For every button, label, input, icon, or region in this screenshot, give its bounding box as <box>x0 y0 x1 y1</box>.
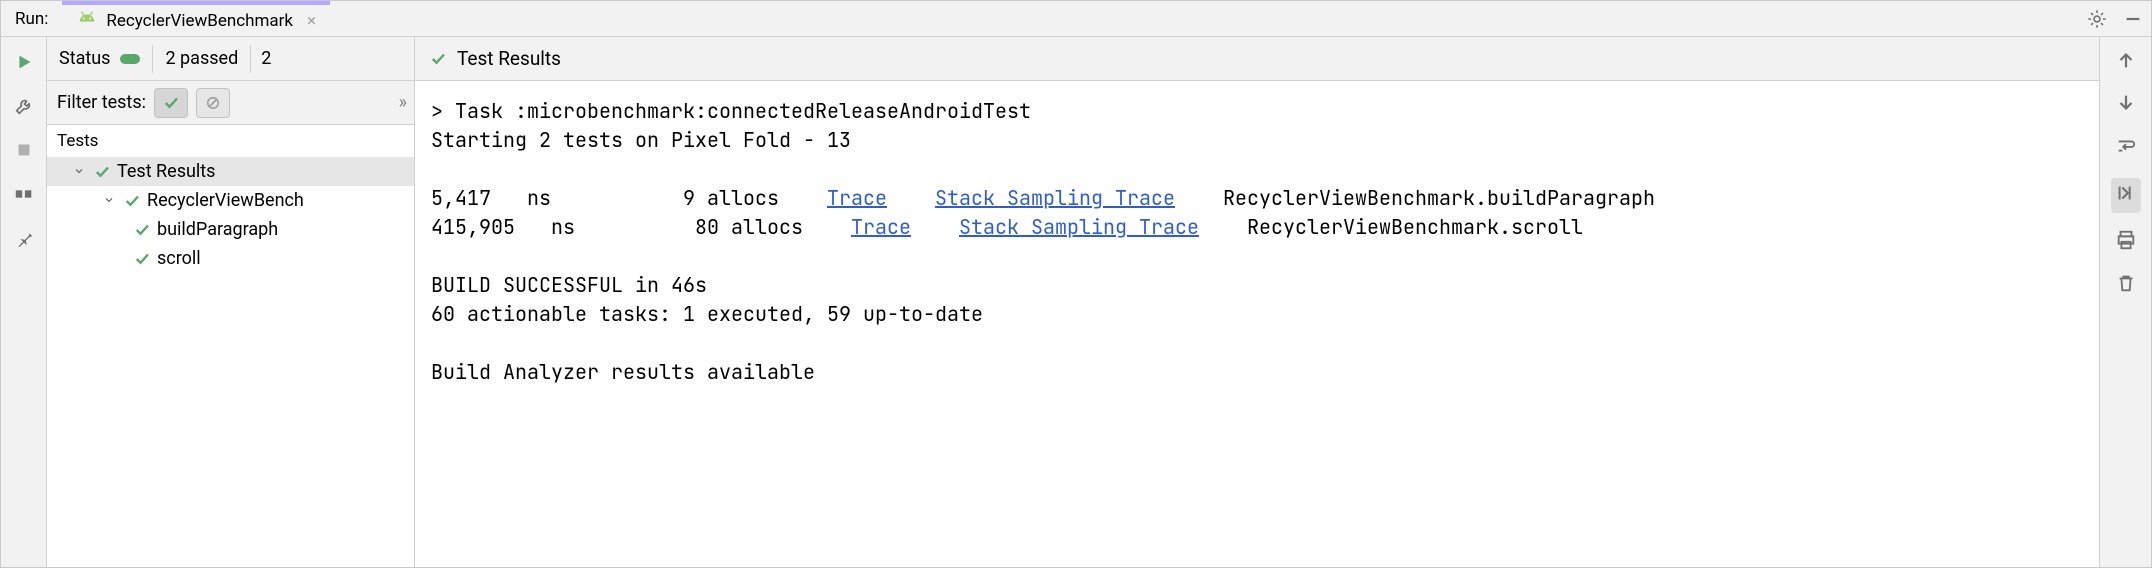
check-icon <box>133 221 151 239</box>
console-header: Test Results <box>415 37 2099 81</box>
tree-test-label: scroll <box>157 248 201 269</box>
right-toolbar <box>2099 37 2151 567</box>
test-tree[interactable]: Test Results RecyclerViewBench buildPara… <box>47 157 414 567</box>
stop-button[interactable] <box>13 139 35 161</box>
trace-link[interactable]: Trace <box>827 185 887 211</box>
tab-label: RecyclerViewBenchmark <box>106 11 293 31</box>
status-label: Status <box>59 48 110 69</box>
run-config-tab[interactable]: RecyclerViewBenchmark × <box>62 1 330 36</box>
tree-test-label: buildParagraph <box>157 219 278 240</box>
previous-frame-icon[interactable] <box>2115 49 2137 76</box>
print-icon[interactable] <box>2115 229 2137 256</box>
trash-icon[interactable] <box>2115 272 2137 299</box>
next-frame-icon[interactable] <box>2115 92 2137 119</box>
rerun-button[interactable] <box>13 51 35 73</box>
console-title: Test Results <box>457 47 561 70</box>
show-ignored-button[interactable] <box>196 88 230 118</box>
check-icon <box>93 163 111 181</box>
chevron-down-icon[interactable] <box>73 161 87 182</box>
wrench-icon[interactable] <box>13 95 35 117</box>
check-icon <box>429 50 447 68</box>
tree-test[interactable]: buildParagraph <box>47 215 414 244</box>
show-passed-button[interactable] <box>154 88 188 118</box>
left-toolbar <box>1 37 47 567</box>
tree-root-label: Test Results <box>117 161 215 182</box>
pin-icon[interactable] <box>13 227 35 249</box>
hide-button[interactable] <box>2115 1 2151 36</box>
check-icon <box>123 192 141 210</box>
status-row: Status 2 passed 2 <box>47 37 414 81</box>
console: Test Results > Task :microbenchmark:conn… <box>415 37 2099 567</box>
scroll-to-end-icon[interactable] <box>2111 178 2141 213</box>
filter-label: Filter tests: <box>57 92 146 113</box>
tests-header: Tests <box>47 125 414 157</box>
stack-trace-link[interactable]: Stack Sampling Trace <box>959 214 1199 240</box>
total-count: 2 <box>251 48 281 69</box>
check-icon <box>133 250 151 268</box>
passed-label: 2 passed <box>153 48 250 69</box>
stack-trace-link[interactable]: Stack Sampling Trace <box>935 185 1175 211</box>
tree-class[interactable]: RecyclerViewBench <box>47 186 414 215</box>
tree-root[interactable]: Test Results <box>47 157 414 186</box>
trace-link[interactable]: Trace <box>851 214 911 240</box>
run-label: Run: <box>1 1 62 36</box>
tree-class-label: RecyclerViewBench <box>147 190 304 211</box>
chevron-down-icon[interactable] <box>103 190 117 211</box>
tree-test[interactable]: scroll <box>47 244 414 273</box>
run-panel: Run: RecyclerViewBenchmark × <box>0 0 2152 568</box>
tests-column: Status 2 passed 2 Filter tests: » Tests <box>47 37 415 567</box>
settings-button[interactable] <box>2079 1 2115 36</box>
more-filters-icon[interactable]: » <box>399 92 404 113</box>
titlebar: Run: RecyclerViewBenchmark × <box>1 1 2151 37</box>
close-tab-icon[interactable]: × <box>301 11 316 31</box>
console-output[interactable]: > Task :microbenchmark:connectedReleaseA… <box>415 81 2099 567</box>
android-icon <box>76 7 98 34</box>
soft-wrap-icon[interactable] <box>2115 135 2137 162</box>
status-pill-icon <box>120 54 140 64</box>
layout-icon[interactable] <box>13 183 35 205</box>
filter-row: Filter tests: » <box>47 81 414 125</box>
